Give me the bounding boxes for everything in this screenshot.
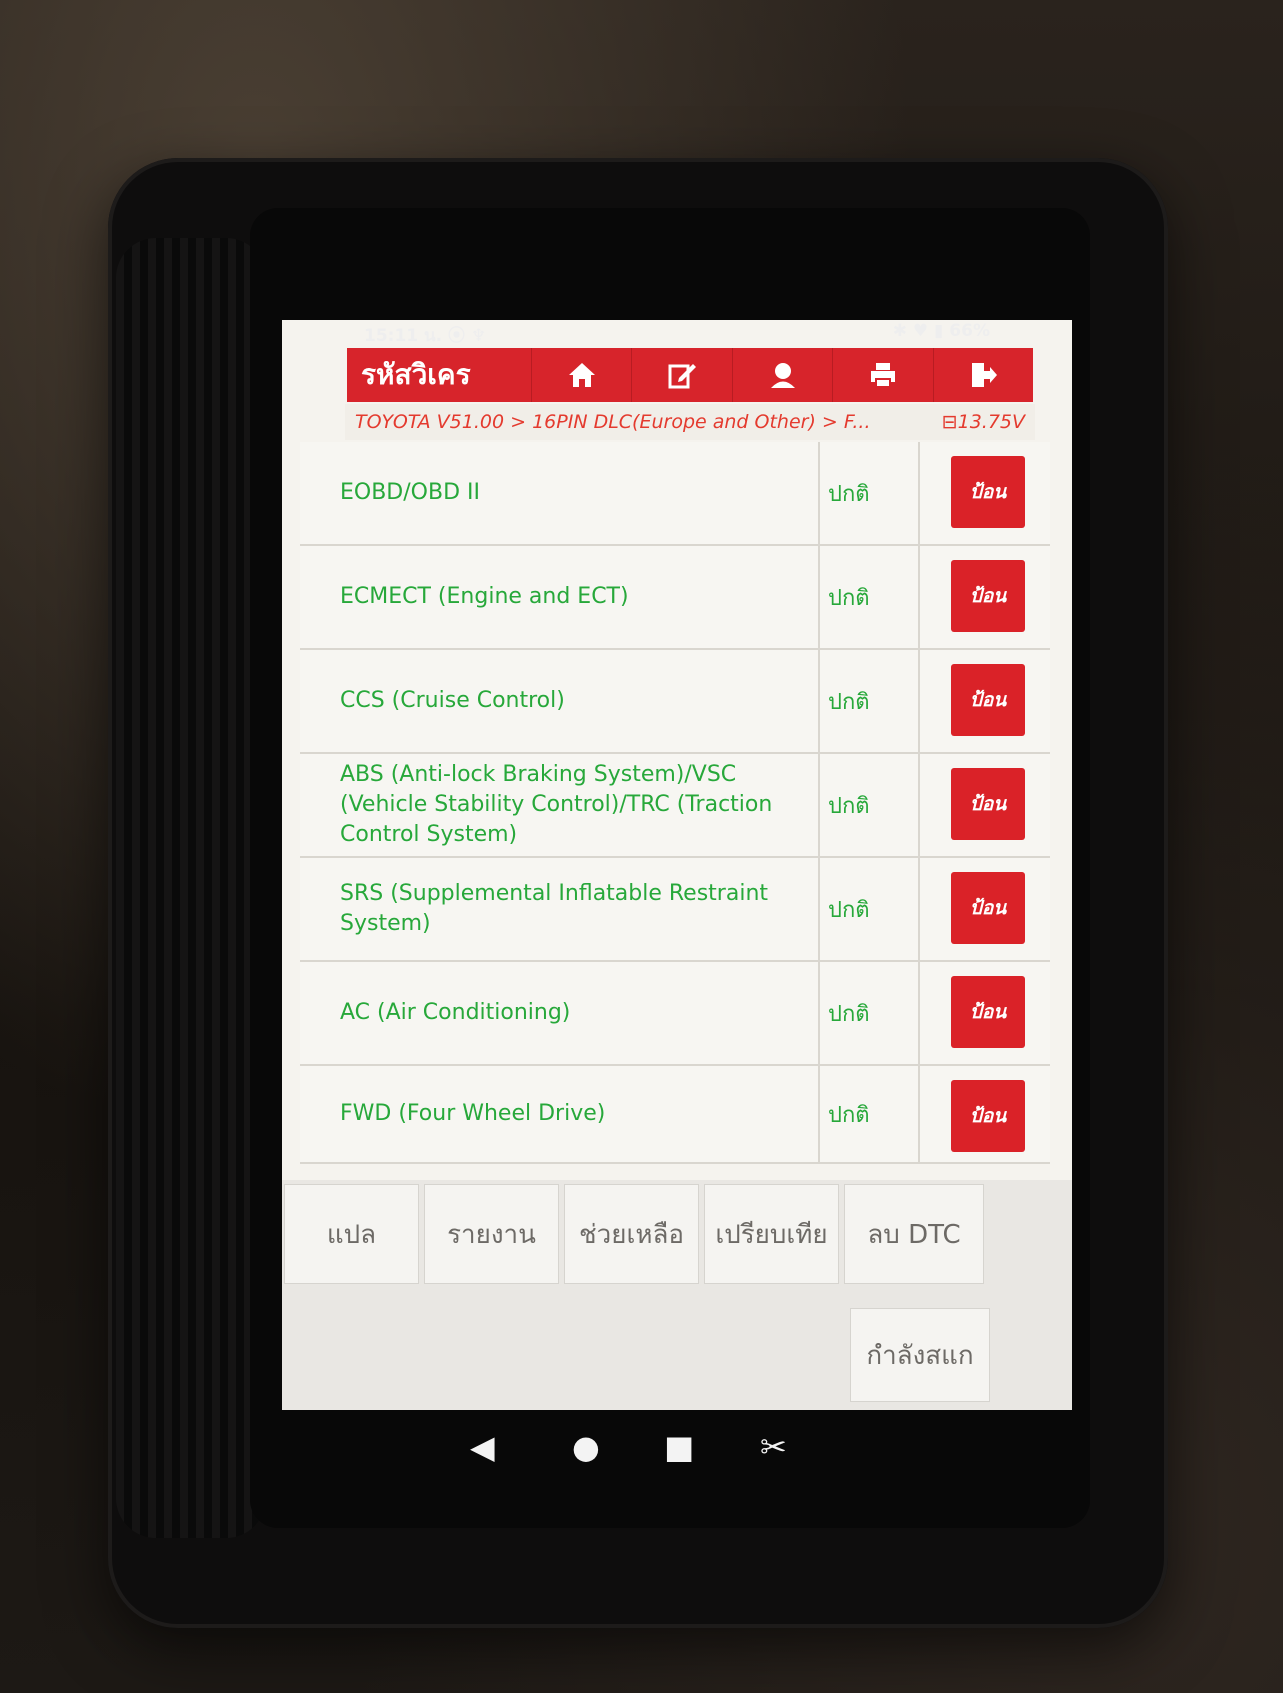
battery-level: 66% (949, 321, 990, 341)
system-list: EOBD/OBD II ปกติ ป้อน ECMECT (Engine and… (300, 442, 1050, 1164)
home-icon (568, 363, 595, 387)
clock: 15:11 น. (364, 326, 443, 346)
system-status: ปกติ (820, 650, 920, 752)
edit-icon (668, 364, 697, 389)
breadcrumb: TOYOTA V51.00 > 16PIN DLC(Europe and Oth… (355, 411, 871, 433)
system-status: ปกติ (820, 1066, 920, 1162)
breadcrumb-bar: TOYOTA V51.00 > 16PIN DLC(Europe and Oth… (345, 404, 1035, 440)
help-button[interactable]: ช่วยเหลือ (564, 1184, 699, 1284)
translate-button[interactable]: แปล (284, 1184, 419, 1284)
print-button[interactable] (832, 348, 932, 402)
list-item[interactable]: SRS (Supplemental Inflatable Restraint S… (300, 858, 1050, 962)
system-name: EOBD/OBD II (300, 442, 820, 544)
status-bar: 15:11 น. ⦿ ♆ ✱ ♥ ▮ 66% (340, 318, 1030, 348)
system-status: ปกติ (820, 546, 920, 648)
system-name: AC (Air Conditioning) (300, 962, 820, 1064)
list-item[interactable]: ABS (Anti-lock Braking System)/VSC (Vehi… (300, 754, 1050, 858)
enter-button[interactable]: ป้อน (951, 1080, 1025, 1152)
system-status: ปกติ (820, 962, 920, 1064)
system-name: FWD (Four Wheel Drive) (300, 1066, 820, 1162)
list-item[interactable]: CCS (Cruise Control) ปกติ ป้อน (300, 650, 1050, 754)
edit-button[interactable] (631, 348, 731, 402)
connectivity-icons: ✱ ♥ ▮ (892, 321, 944, 341)
user-button[interactable] (731, 348, 832, 402)
status-left: 15:11 น. ⦿ ♆ (364, 321, 486, 349)
user-icon (770, 363, 795, 388)
top-toolbar: รหัสวิเคร (347, 348, 1033, 402)
recents-icon[interactable]: ■ (664, 1428, 694, 1466)
scanning-button[interactable]: กำลังสแก (850, 1308, 990, 1402)
system-status: ปกติ (820, 442, 920, 544)
car-battery-icon: ⊟ (941, 411, 958, 433)
enter-button[interactable]: ป้อน (951, 560, 1025, 632)
enter-button[interactable]: ป้อน (951, 872, 1025, 944)
list-item[interactable]: ECMECT (Engine and ECT) ปกติ ป้อน (300, 546, 1050, 650)
system-name: ECMECT (Engine and ECT) (300, 546, 820, 648)
enter-button[interactable]: ป้อน (951, 976, 1025, 1048)
list-item[interactable]: FWD (Four Wheel Drive) ปกติ ป้อน (300, 1066, 1050, 1164)
home-nav-icon[interactable]: ● (572, 1428, 600, 1466)
print-icon (870, 363, 895, 388)
back-icon[interactable]: ◀ (470, 1428, 495, 1466)
compare-button[interactable]: เปรียบเทีย (704, 1184, 839, 1284)
list-item[interactable]: AC (Air Conditioning) ปกติ ป้อน (300, 962, 1050, 1066)
rubber-grip (116, 238, 266, 1538)
system-status: ปกติ (820, 858, 920, 960)
status-right: ✱ ♥ ▮ 66% (893, 321, 990, 341)
exit-icon (972, 363, 998, 387)
enter-button[interactable]: ป้อน (951, 664, 1025, 736)
list-item[interactable]: EOBD/OBD II ปกติ ป้อน (300, 442, 1050, 546)
home-button[interactable] (531, 348, 631, 402)
bottom-action-area: แปล รายงาน ช่วยเหลือ เปรียบเทีย ลบ DTC ก… (282, 1180, 1072, 1410)
report-button[interactable]: รายงาน (424, 1184, 559, 1284)
screenshot-icon[interactable]: ✂ (760, 1428, 787, 1466)
system-name: ABS (Anti-lock Braking System)/VSC (Vehi… (300, 754, 820, 856)
exit-button[interactable] (932, 348, 1033, 402)
voltage-value: 13.75V (957, 411, 1025, 433)
system-status: ปกติ (820, 754, 920, 856)
system-name: CCS (Cruise Control) (300, 650, 820, 752)
system-name: SRS (Supplemental Inflatable Restraint S… (300, 858, 820, 960)
notification-icons: ⦿ ♆ (448, 326, 487, 346)
page-title: รหัสวิเคร (361, 358, 471, 391)
android-nav-bar: ◀ ● ■ ✂ (282, 1410, 1072, 1490)
clear-dtc-button[interactable]: ลบ DTC (844, 1184, 984, 1284)
enter-button[interactable]: ป้อน (951, 456, 1025, 528)
enter-button[interactable]: ป้อน (951, 768, 1025, 840)
battery-voltage: ⊟13.75V (942, 411, 1035, 433)
